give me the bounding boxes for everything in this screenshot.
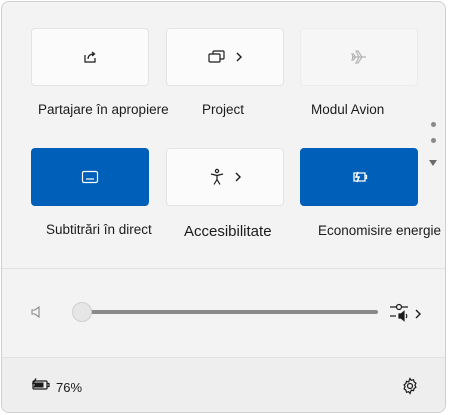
nearby-share-tile[interactable]: [31, 28, 149, 86]
page-dot-1[interactable]: [431, 122, 436, 127]
volume-slider-thumb[interactable]: [72, 302, 92, 322]
live-captions-tile[interactable]: [31, 148, 149, 206]
project-icon: [207, 49, 227, 65]
chevron-right-icon[interactable]: [414, 307, 422, 325]
scroll-down-icon[interactable]: [428, 154, 438, 172]
nearby-share-label: Partajare în apropiere: [38, 102, 169, 117]
page-dot-2[interactable]: [431, 138, 436, 143]
airplane-mode-label: Modul Avion: [311, 102, 385, 117]
accessibility-icon: [208, 168, 226, 186]
project-tile[interactable]: [166, 28, 284, 86]
accessibility-label: Accesibilitate: [184, 223, 272, 240]
project-label: Project: [202, 102, 245, 117]
footer-bar: 76%: [2, 358, 445, 412]
audio-output-icon[interactable]: [388, 301, 410, 328]
share-icon: [82, 49, 98, 65]
accessibility-tile[interactable]: [166, 148, 284, 206]
chevron-right-icon: [234, 171, 242, 183]
live-captions-label: Subtitrări în direct: [46, 222, 152, 237]
battery-charging-icon[interactable]: [30, 378, 52, 397]
quick-settings-panel: Partajare în apropiere Project Modul Avi…: [1, 1, 446, 413]
airplane-mode-tile[interactable]: [300, 28, 418, 86]
chevron-right-icon: [235, 51, 243, 63]
captions-icon: [81, 170, 99, 184]
energy-saver-icon: [349, 170, 369, 184]
speaker-icon[interactable]: [30, 305, 44, 324]
energy-saver-label: Economisire energie: [318, 223, 442, 238]
gear-icon[interactable]: [401, 377, 419, 400]
energy-saver-tile[interactable]: [300, 148, 418, 206]
airplane-icon: [350, 48, 368, 66]
volume-slider-track[interactable]: [82, 310, 378, 314]
battery-percent[interactable]: 76%: [56, 380, 82, 395]
divider: [2, 268, 445, 269]
